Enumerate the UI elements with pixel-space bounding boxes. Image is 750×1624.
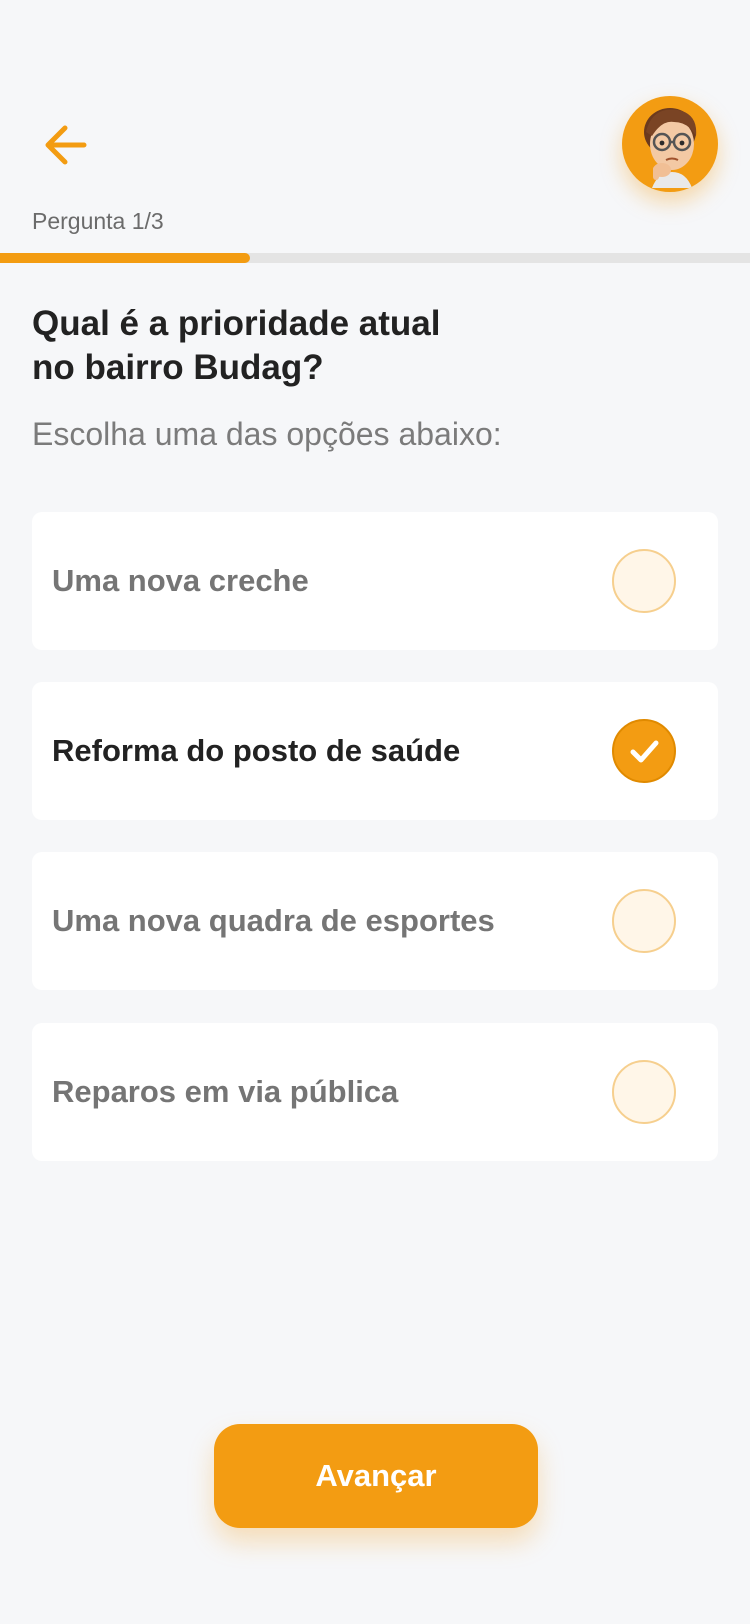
next-button[interactable]: Avançar	[214, 1424, 538, 1528]
option-card-4[interactable]: Reparos em via pública	[32, 1023, 718, 1161]
option-card-2[interactable]: Reforma do posto de saúde	[32, 682, 718, 820]
avatar[interactable]	[622, 96, 718, 192]
question-subtitle: Escolha uma das opções abaixo:	[32, 416, 502, 452]
question-counter: Pergunta 1/3	[32, 208, 164, 234]
checkmark-icon	[630, 740, 659, 763]
progress-bar	[0, 253, 750, 263]
progress-fill	[0, 253, 250, 263]
back-button[interactable]	[28, 108, 102, 182]
radio-button[interactable]	[612, 549, 676, 613]
option-label: Uma nova quadra de esportes	[52, 903, 495, 938]
option-card-3[interactable]: Uma nova quadra de esportes	[32, 852, 718, 990]
radio-button[interactable]	[612, 889, 676, 953]
radio-button[interactable]	[612, 719, 676, 783]
option-label: Reforma do posto de saúde	[52, 733, 461, 768]
option-label: Uma nova creche	[52, 563, 309, 598]
radio-button[interactable]	[612, 1060, 676, 1124]
thinking-avatar-icon	[644, 108, 697, 188]
question-title: Qual é a prioridade atual no bairro Buda…	[32, 302, 632, 390]
arrow-left-icon	[45, 125, 87, 165]
option-label: Reparos em via pública	[52, 1074, 399, 1109]
option-card-1[interactable]: Uma nova creche	[32, 512, 718, 650]
question-title-line-2: no bairro Budag?	[32, 348, 324, 387]
question-title-line-1: Qual é a prioridade atual	[32, 304, 441, 343]
